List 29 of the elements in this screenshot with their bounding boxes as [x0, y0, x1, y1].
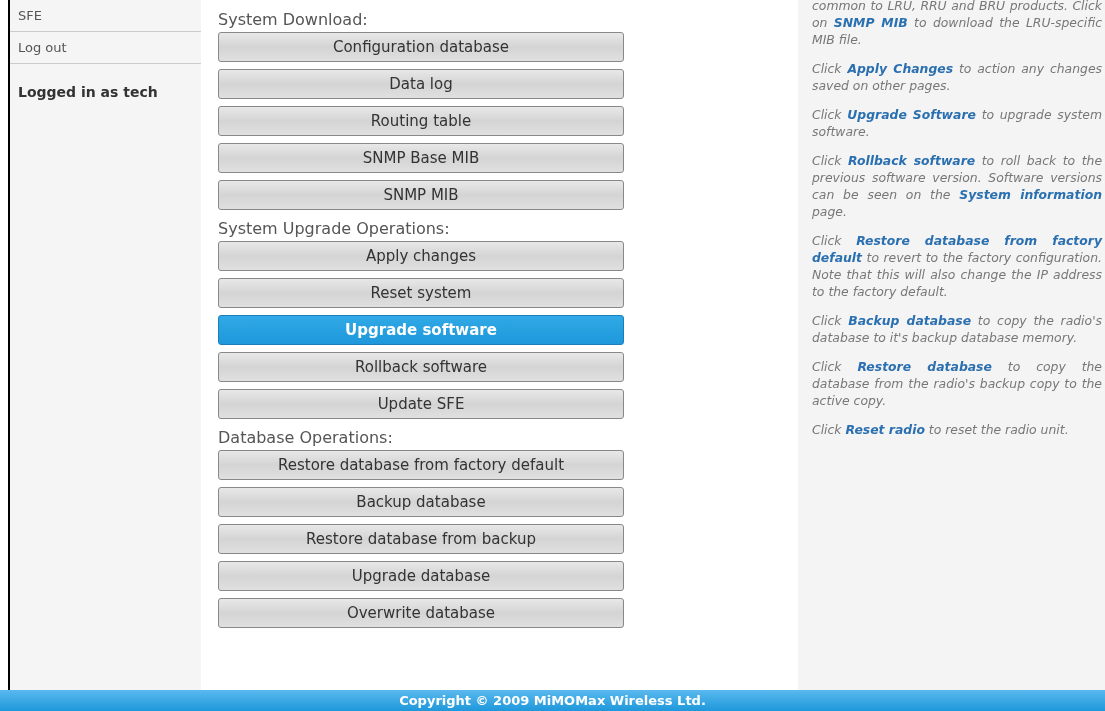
action-button[interactable]: Data log — [218, 69, 624, 99]
action-button[interactable]: Upgrade database — [218, 561, 624, 591]
action-button[interactable]: Routing table — [218, 106, 624, 136]
sidebar-link[interactable]: Log out — [10, 32, 201, 64]
help-paragraph: Click Rollback software to roll back to the previous software version. Software versions can be seen on the System information page. — [812, 152, 1102, 220]
action-button[interactable]: Backup database — [218, 487, 624, 517]
help-paragraph: Click Apply Changes to action any changes saved on other pages. — [812, 60, 1102, 94]
sidebar-link[interactable]: SFE — [10, 0, 201, 32]
section-heading: System Upgrade Operations: — [218, 219, 451, 238]
section-heading: Database Operations: — [218, 428, 394, 447]
help-paragraph: Click Restore database from factory default to revert to the factory configuration. Note that this will also change the IP address to the factory default. — [812, 232, 1102, 300]
section-heading: System Download: — [218, 10, 369, 29]
action-button[interactable]: SNMP Base MIB — [218, 143, 624, 173]
help-paragraph: Click Backup database to copy the radio's database to it's backup database memory. — [812, 312, 1102, 346]
action-button[interactable]: Restore database from backup — [218, 524, 624, 554]
help-paragraph: Click Restore database to copy the database from the radio's backup copy to the active copy. — [812, 358, 1102, 409]
action-button[interactable]: Rollback software — [218, 352, 624, 382]
action-button[interactable]: Restore database from factory default — [218, 450, 624, 480]
action-button[interactable]: Update SFE — [218, 389, 624, 419]
copyright-footer: Copyright © 2009 MiMOMax Wireless Ltd. — [0, 690, 1105, 711]
action-button[interactable]: Reset system — [218, 278, 624, 308]
action-button[interactable]: SNMP MIB — [218, 180, 624, 210]
action-button[interactable]: Overwrite database — [218, 598, 624, 628]
help-paragraph: common to LRU, RRU and BRU products. Click on SNMP MIB to download the LRU-specific MIB file. — [812, 0, 1102, 48]
help-paragraph: Click Upgrade Software to upgrade system software. — [812, 106, 1102, 140]
help-paragraph: Click Reset radio to reset the radio unit. — [812, 421, 1070, 438]
action-button[interactable]: Apply changes — [218, 241, 624, 271]
action-button[interactable]: Configuration database — [218, 32, 624, 62]
login-status: Logged in as tech — [17, 83, 159, 102]
